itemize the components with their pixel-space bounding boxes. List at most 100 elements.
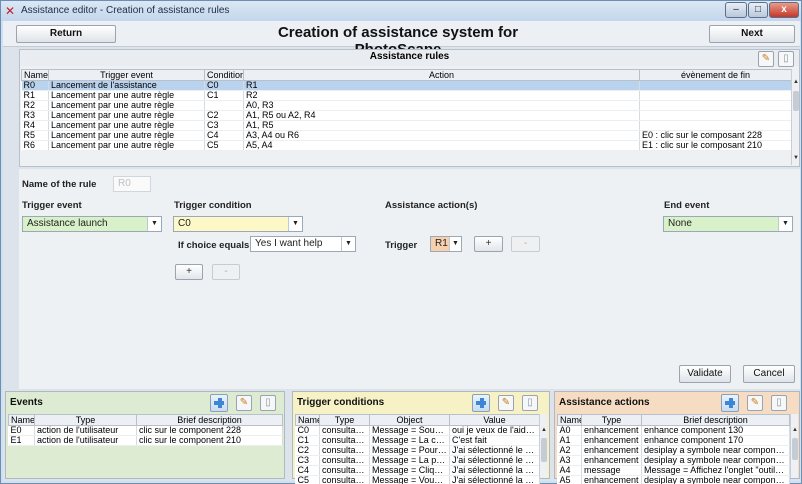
table-row[interactable]: A4 message Message = Affichez l'onglet "ou… <box>557 465 790 476</box>
rule-name-field[interactable]: R0 <box>113 176 151 192</box>
close-button[interactable]: x <box>769 2 799 18</box>
scroll-thumb[interactable] <box>793 91 799 111</box>
table-row[interactable]: A3 enhancement desiplay a symbole near com… <box>557 455 790 466</box>
table-row[interactable]: R2 Lancement par une autre règle A0, R3 <box>21 100 792 111</box>
col-action[interactable]: Action <box>243 69 640 81</box>
trigger-rule-select[interactable]: R1 ▼ <box>430 236 462 252</box>
chevron-down-icon[interactable]: ▼ <box>147 217 161 231</box>
col-name[interactable]: Name <box>8 414 35 426</box>
table-cell: enhancement <box>581 455 642 466</box>
table-row[interactable]: A0 enhancement enhance component 130 <box>557 425 790 436</box>
table-cell: C4 <box>204 130 244 141</box>
conditions-table: Name Type Object Value C0consultationMes… <box>295 414 540 484</box>
end-event-value: None <box>668 218 692 229</box>
return-button[interactable]: Return <box>16 25 116 43</box>
col-object[interactable]: Object <box>369 414 450 426</box>
col-name[interactable]: Name <box>21 69 49 81</box>
cancel-button[interactable]: Cancel <box>743 365 795 383</box>
table-row[interactable]: A5 enhancement desiplay a symbole near com… <box>557 475 790 484</box>
table-row[interactable]: R4 Lancement par une autre règle C3 A1, R5 <box>21 120 792 131</box>
next-button[interactable]: Next <box>709 25 795 43</box>
rules-header-row: Name Trigger event Condition Action évèn… <box>21 69 792 81</box>
rule-editor: Name of the rule R0 Trigger event Assist… <box>19 169 800 389</box>
table-row[interactable]: C0 consultation Message = Souhait... oui je… <box>295 425 540 436</box>
table-row[interactable]: R5 Lancement par une autre règle C4 A3, A4 … <box>21 130 792 141</box>
table-cell: C0 <box>204 80 244 91</box>
scroll-up-icon[interactable]: ▲ <box>791 427 799 435</box>
table-cell: Lancement par une autre règle <box>48 90 205 101</box>
table-row[interactable]: E0 action de l'utilisateur clic sur le com… <box>8 425 283 436</box>
scroll-up-icon[interactable]: ▲ <box>540 427 548 435</box>
table-row[interactable]: C3consultationMessage = La photo...J'ai … <box>295 455 540 466</box>
table-row[interactable]: C5consultationMessage = Vous so...J'ai s… <box>295 475 540 484</box>
remove-condition-button[interactable]: - <box>212 264 240 280</box>
conditions-scrollbar[interactable]: ▲ <box>539 414 547 478</box>
trigger-event-select[interactable]: Assistance launch ▼ <box>22 216 162 232</box>
scroll-thumb[interactable] <box>792 438 798 460</box>
table-cell: C0 <box>295 425 320 436</box>
table-row[interactable]: R6 Lancement par une autre règle C5 A5, A4 E… <box>21 140 792 151</box>
table-cell: enhancement <box>581 445 642 456</box>
table-row[interactable]: C1consultationMessage = La corre...C'est… <box>295 435 540 446</box>
remove-action-button[interactable]: - <box>511 236 540 252</box>
table-row[interactable]: R0 Lancement de l'assistance C0 R1 <box>21 80 792 91</box>
col-type[interactable]: Type <box>319 414 370 426</box>
edit-event-icon[interactable]: ✎ <box>236 395 252 411</box>
scroll-thumb[interactable] <box>541 438 547 462</box>
end-event-select[interactable]: None ▼ <box>663 216 793 232</box>
minimize-button[interactable]: – <box>725 2 747 18</box>
edit-condition-icon[interactable]: ✎ <box>498 395 514 411</box>
chevron-down-icon[interactable]: ▼ <box>778 217 792 231</box>
add-condition-button[interactable]: + <box>175 264 203 280</box>
table-row[interactable]: C4consultationMessage = Cliquez ...J'ai … <box>295 465 540 476</box>
scroll-up-icon[interactable]: ▲ <box>792 79 800 87</box>
end-event-label: End event <box>664 200 710 211</box>
table-cell: A3, A4 ou R6 <box>243 130 640 141</box>
table-row[interactable]: A1 enhancement enhance component 170 <box>557 435 790 446</box>
col-value[interactable]: Value <box>449 414 540 426</box>
scroll-down-icon[interactable]: ▼ <box>792 155 800 163</box>
table-cell: A1 <box>557 435 582 446</box>
actions-scrollbar[interactable]: ▲ <box>790 414 798 478</box>
table-row[interactable]: A2 enhancement desiplay a symbole near com… <box>557 445 790 456</box>
table-row[interactable]: E1 action de l'utilisateur clic sur le com… <box>8 435 283 446</box>
choice-select[interactable]: Yes I want help ▼ <box>250 236 356 252</box>
col-type[interactable]: Type <box>34 414 137 426</box>
add-action-button[interactable]: + <box>474 236 503 252</box>
maximize-button[interactable]: □ <box>748 2 768 18</box>
chevron-down-icon[interactable]: ▼ <box>288 217 302 231</box>
table-cell: C4 <box>295 465 320 476</box>
delete-action-icon[interactable]: ▯ <box>771 395 787 411</box>
app-icon: ✕ <box>5 4 16 18</box>
col-name[interactable]: Name <box>295 414 320 426</box>
col-name[interactable]: Name <box>557 414 582 426</box>
add-condition-icon[interactable] <box>472 394 490 412</box>
col-condition[interactable]: Condition <box>204 69 244 81</box>
events-table: Name Type Brief description E0 action de … <box>8 414 283 446</box>
edit-action-icon[interactable]: ✎ <box>747 395 763 411</box>
assistance-actions-label: Assistance action(s) <box>385 200 478 211</box>
table-cell: A0, R3 <box>243 100 640 111</box>
table-row[interactable]: R3 Lancement par une autre règle C2 A1, R5 … <box>21 110 792 121</box>
add-action-icon[interactable] <box>721 394 739 412</box>
col-type[interactable]: Type <box>581 414 642 426</box>
trigger-condition-select[interactable]: C0 ▼ <box>173 216 303 232</box>
delete-event-icon[interactable]: ▯ <box>260 395 276 411</box>
col-brief-description[interactable]: Brief description <box>641 414 790 426</box>
delete-condition-icon[interactable]: ▯ <box>522 395 538 411</box>
chevron-down-icon[interactable]: ▼ <box>449 237 461 251</box>
add-event-icon[interactable] <box>210 394 228 412</box>
edit-rule-icon[interactable]: ✎ <box>758 51 774 67</box>
col-trigger-event[interactable]: Trigger event <box>48 69 205 81</box>
events-title: Events <box>10 397 43 408</box>
validate-button[interactable]: Validate <box>679 365 731 383</box>
table-row[interactable]: R1 Lancement par une autre règle C1 R2 <box>21 90 792 101</box>
table-row[interactable]: C2 consultation Message = Pour ch... J'ai s… <box>295 445 540 456</box>
toolbar: Return Creation of assistance system for… <box>3 21 800 58</box>
col-brief-description[interactable]: Brief description <box>136 414 283 426</box>
rules-scrollbar[interactable]: ▲ ▼ <box>791 69 799 165</box>
chevron-down-icon[interactable]: ▼ <box>341 237 355 251</box>
col-end-event[interactable]: évènement de fin <box>639 69 792 81</box>
delete-rule-icon[interactable]: ▯ <box>778 51 794 67</box>
table-cell: Message = Souhait... <box>369 425 450 436</box>
